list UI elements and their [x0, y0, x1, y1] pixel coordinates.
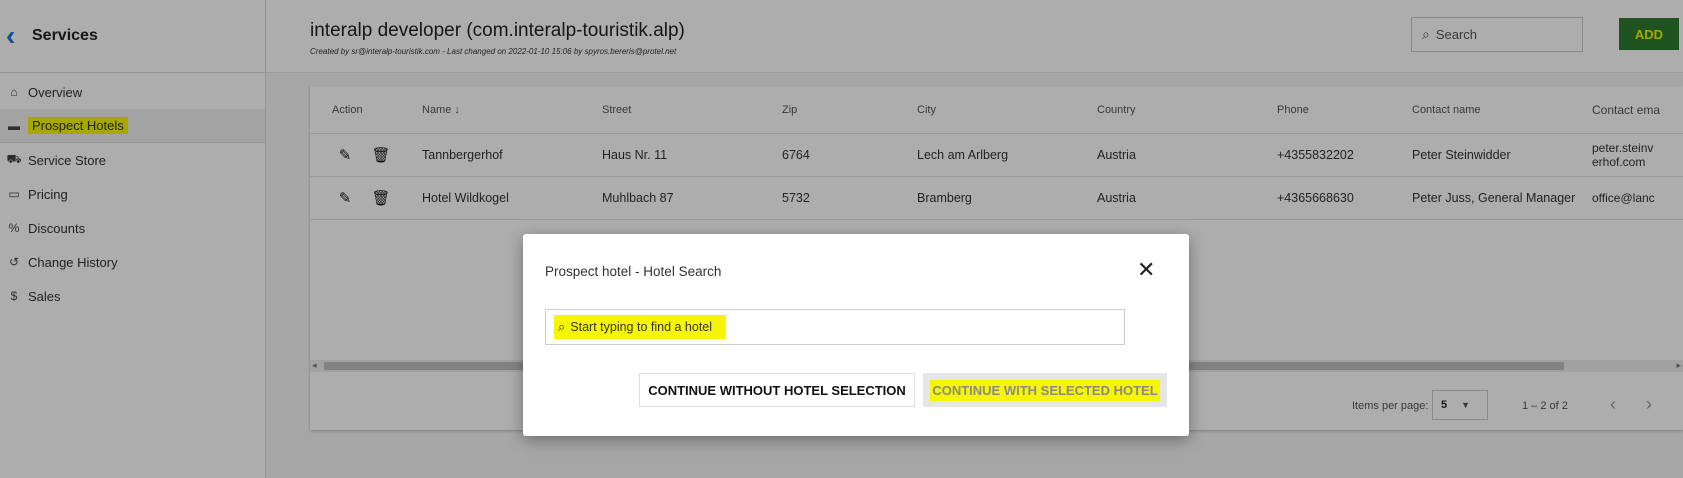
continue-with-hotel-button[interactable]: CONTINUE WITH SELECTED HOTEL — [923, 373, 1167, 407]
hotel-search-highlight: ⌕ Start typing to find a hotel — [554, 315, 727, 339]
hotel-search-placeholder: Start typing to find a hotel — [570, 320, 713, 334]
continue-with-hotel-label: CONTINUE WITH SELECTED HOTEL — [930, 379, 1160, 401]
dialog-title: Prospect hotel - Hotel Search — [545, 264, 722, 279]
search-icon: ⌕ — [558, 319, 566, 334]
hotel-search-input[interactable]: ⌕ Start typing to find a hotel — [545, 309, 1125, 345]
close-icon[interactable]: ✕ — [1137, 259, 1155, 281]
hotel-search-dialog: Prospect hotel - Hotel Search ✕ ⌕ Start … — [523, 234, 1189, 436]
continue-without-hotel-button[interactable]: CONTINUE WITHOUT HOTEL SELECTION — [639, 373, 915, 407]
